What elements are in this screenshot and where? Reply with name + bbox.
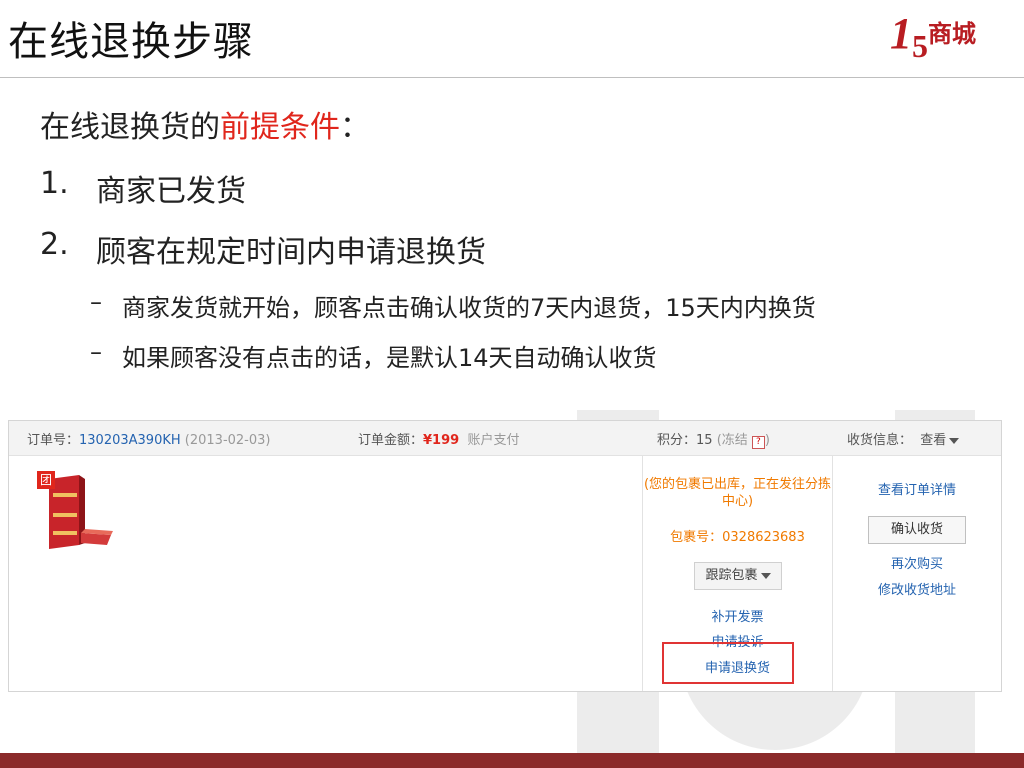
view-dropdown[interactable]: 查看 [920,433,960,448]
prereq-prefix: 在线退换货的 [40,110,220,145]
prereq-suffix: ： [340,110,370,145]
item-number: 1. [40,166,69,201]
footer-bar [0,753,1024,768]
prereq-highlight: 前提条件 [220,110,340,145]
prereq-heading: 在线退换货的前提条件： [40,102,370,146]
subitem-dash: – [90,288,102,316]
chevron-down-icon [760,572,771,579]
subitem-text: 商家发货就开始，顾客点击确认收货的7天内退货，15天内内换货 [122,294,816,322]
page-title: 在线退换步骤 [8,19,254,65]
order-points: 积分：15 (冻结 ?) [657,433,770,449]
receive-info: 收货信息： 查看 [847,429,960,448]
highlight-box [662,642,794,684]
subitem-dash: – [90,338,102,366]
rebuy-link[interactable]: 再次购买 [833,553,1001,572]
order-header: 订单号：130203A390KH (2013-02-03) 订单金额：¥199 … [9,421,1001,456]
group-buy-badge: 团 [37,471,55,489]
subitem-text: 如果顾客没有点击的话，是默认14天自动确认收货 [122,344,657,372]
logo-text: 商城 [928,20,976,48]
order-screenshot: 订单号：130203A390KH (2013-02-03) 订单金额：¥199 … [8,420,1002,692]
order-detail-link[interactable]: 查看订单详情 [833,479,1001,498]
confirm-receipt-button[interactable]: 确认收货 [868,516,966,544]
title-divider [0,77,1024,78]
invoice-link[interactable]: 补开发票 [643,606,832,625]
brand-logo: 1 5 商城 [890,12,976,70]
order-number: 订单号：130203A390KH (2013-02-03) [27,433,271,448]
package-number: 包裹号：0328623683 [670,530,805,545]
edit-address-link[interactable]: 修改收货地址 [833,579,1001,598]
logo-digit-five: 5 [912,28,928,64]
order-amount: 订单金额：¥199 账户支付 [358,433,520,448]
help-icon[interactable]: ? [751,436,765,449]
item-text: 顾客在规定时间内申请退换货 [96,235,486,270]
order-number-link[interactable]: 130203A390KH [79,433,181,448]
logo-digit-one: 1 [890,9,912,58]
track-package-button[interactable]: 跟踪包裹 [694,562,782,590]
chevron-down-icon [949,437,960,444]
product-image[interactable]: 团 [37,471,117,551]
item-text: 商家已发货 [96,174,246,209]
item-number: 2. [40,227,69,262]
package-status: (您的包裹已出库，正在发往分拣中心) [643,477,832,509]
